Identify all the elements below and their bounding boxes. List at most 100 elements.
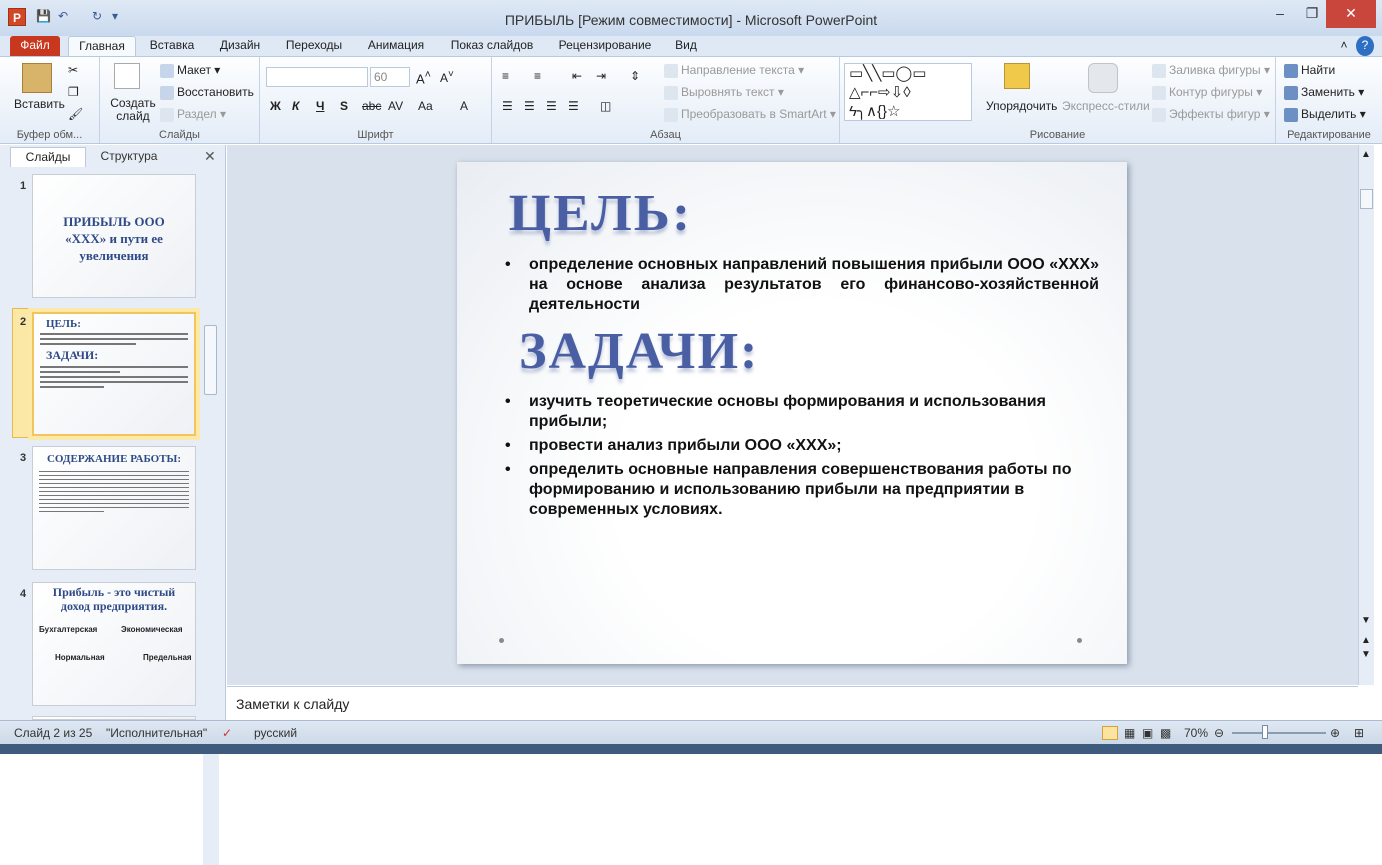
tab-insert[interactable]: Вставка bbox=[142, 36, 202, 56]
copy-icon[interactable]: ❐ bbox=[68, 85, 79, 99]
align-text-button[interactable]: Выровнять текст ▾ bbox=[664, 85, 784, 100]
slide-canvas[interactable]: ЦЕЛЬ: определение основных направлений п… bbox=[457, 162, 1127, 664]
tab-file[interactable]: Файл bbox=[10, 36, 60, 56]
align-center-icon[interactable]: ☰ bbox=[524, 99, 535, 113]
line-spacing-icon[interactable]: ⇕ bbox=[630, 69, 640, 83]
underline-button[interactable]: Ч bbox=[316, 99, 324, 113]
section-button[interactable]: Раздел ▾ bbox=[160, 107, 226, 122]
slide-thumbnail-1[interactable]: ПРИБЫЛЬ ООО «ХХХ» и пути ее увеличения bbox=[32, 174, 196, 298]
spellcheck-icon[interactable]: ✓ bbox=[222, 726, 232, 740]
font-size-combo[interactable]: 60 bbox=[370, 67, 410, 87]
zoom-out-icon[interactable]: ⊖ bbox=[1214, 726, 1224, 740]
shrink-font-button[interactable]: A˅ bbox=[440, 69, 454, 85]
scroll-thumb[interactable] bbox=[1360, 189, 1373, 209]
bold-button[interactable]: Ж bbox=[270, 99, 281, 113]
next-slide-icon[interactable]: ▼ bbox=[1361, 649, 1371, 660]
align-left-icon[interactable]: ☰ bbox=[502, 99, 513, 113]
reading-view-icon[interactable]: ▣ bbox=[1142, 726, 1153, 740]
grow-font-button[interactable]: A˄ bbox=[416, 69, 431, 86]
scroll-thumb[interactable] bbox=[204, 325, 217, 395]
select-button[interactable]: Выделить ▾ bbox=[1284, 107, 1366, 122]
paste-icon[interactable] bbox=[22, 63, 52, 93]
shape-effects-button[interactable]: Эффекты фигур ▾ bbox=[1152, 107, 1270, 122]
arrange-button[interactable]: Упорядочить bbox=[986, 99, 1057, 113]
shadow-button[interactable]: S bbox=[340, 99, 348, 113]
tab-review[interactable]: Рецензирование bbox=[550, 36, 660, 56]
close-pane-icon[interactable]: ✕ bbox=[204, 148, 216, 165]
tasks-heading[interactable]: ЗАДАЧИ: bbox=[519, 322, 759, 381]
zoom-level[interactable]: 70% bbox=[1184, 726, 1208, 740]
cut-icon[interactable]: ✂ bbox=[68, 63, 78, 77]
minimize-button[interactable]: – bbox=[1264, 0, 1296, 28]
bullets-icon[interactable]: ≡ bbox=[502, 69, 509, 83]
format-painter-icon[interactable]: 🖌 bbox=[68, 107, 83, 121]
slide-number: 1 bbox=[20, 180, 27, 192]
arrange-icon[interactable] bbox=[1004, 63, 1030, 89]
quick-styles-button[interactable]: Экспресс-стили bbox=[1062, 99, 1150, 113]
tab-animation[interactable]: Анимация bbox=[358, 36, 434, 56]
replace-button[interactable]: Заменить ▾ bbox=[1284, 85, 1364, 100]
convert-smartart-button[interactable]: Преобразовать в SmartArt ▾ bbox=[664, 107, 836, 122]
goal-heading[interactable]: ЦЕЛЬ: bbox=[509, 184, 693, 243]
minimize-ribbon-icon[interactable]: ˄ bbox=[1334, 36, 1354, 56]
align-right-icon[interactable]: ☰ bbox=[546, 99, 557, 113]
close-button[interactable]: ✕ bbox=[1326, 0, 1376, 28]
notes-pane[interactable]: Заметки к слайду bbox=[227, 686, 1358, 720]
tab-view[interactable]: Вид bbox=[666, 36, 706, 56]
tasks-list[interactable]: изучить теоретические основы формировани… bbox=[505, 392, 1099, 524]
tab-slideshow[interactable]: Показ слайдов bbox=[442, 36, 542, 56]
reset-button[interactable]: Восстановить bbox=[160, 85, 254, 100]
previous-slide-icon[interactable]: ▲ bbox=[1361, 635, 1371, 646]
sorter-view-icon[interactable]: ▦ bbox=[1124, 726, 1135, 740]
tab-design[interactable]: Дизайн bbox=[210, 36, 270, 56]
columns-icon[interactable]: ◫ bbox=[600, 99, 611, 113]
slide-scrollbar[interactable]: ▲ ▼ ▲ ▼ bbox=[1358, 145, 1374, 685]
scroll-up-icon[interactable]: ▲ bbox=[1361, 149, 1371, 160]
font-color-button[interactable]: A bbox=[460, 99, 468, 113]
text-direction-button[interactable]: Направление текста ▾ bbox=[664, 63, 804, 78]
justify-icon[interactable]: ☰ bbox=[568, 99, 579, 113]
shape-fill-button[interactable]: Заливка фигуры ▾ bbox=[1152, 63, 1270, 78]
slide-thumbnail-3[interactable]: СОДЕРЖАНИЕ РАБОТЫ: bbox=[32, 446, 196, 570]
slide-thumbnail-4[interactable]: Прибыль - это чистый доход предприятия. … bbox=[32, 582, 196, 706]
zoom-slider[interactable] bbox=[1232, 732, 1326, 734]
tab-home[interactable]: Главная bbox=[68, 36, 136, 56]
paragraph-group: ≡ ≡ ⇤ ⇥ ⇕ Направление текста ▾ Выровнять… bbox=[492, 57, 840, 143]
scroll-down-icon[interactable]: ▼ bbox=[1361, 615, 1371, 626]
tab-slides[interactable]: Слайды bbox=[10, 147, 86, 167]
decrease-indent-icon[interactable]: ⇤ bbox=[572, 69, 582, 83]
zoom-in-icon[interactable]: ⊕ bbox=[1330, 726, 1340, 740]
normal-view-icon[interactable] bbox=[1102, 726, 1118, 740]
restore-button[interactable]: ❐ bbox=[1296, 0, 1328, 28]
spacing-button[interactable]: AV bbox=[388, 99, 403, 113]
slide-thumbnail-2[interactable]: ЦЕЛЬ: ЗАДАЧИ: bbox=[32, 312, 196, 436]
new-slide-icon[interactable] bbox=[114, 63, 140, 89]
numbering-icon[interactable]: ≡ bbox=[534, 69, 541, 83]
paste-button[interactable]: Вставить bbox=[14, 97, 65, 111]
thumb-label: Экономическая bbox=[121, 625, 183, 634]
italic-button[interactable]: К bbox=[292, 99, 299, 113]
tab-transitions[interactable]: Переходы bbox=[278, 36, 350, 56]
help-icon[interactable]: ? bbox=[1356, 36, 1374, 56]
shape-outline-button[interactable]: Контур фигуры ▾ bbox=[1152, 85, 1262, 100]
slides-scrollbar[interactable] bbox=[203, 313, 219, 865]
goal-list[interactable]: определение основных направлений повышен… bbox=[505, 255, 1099, 319]
shapes-gallery[interactable]: ▭╲╲▭◯▭ △⌐⌐⇨⇩◊ ϟ╮∧{}☆ bbox=[844, 63, 972, 121]
change-case-button[interactable]: Aa bbox=[418, 99, 433, 113]
zoom-slider-thumb[interactable] bbox=[1262, 725, 1268, 739]
layout-button[interactable]: Макет ▾ bbox=[160, 63, 220, 78]
tab-structure[interactable]: Структура bbox=[90, 147, 168, 167]
fit-slide-icon[interactable]: ⊞ bbox=[1354, 726, 1364, 740]
find-button[interactable]: Найти bbox=[1284, 63, 1335, 78]
group-label: Буфер обм... bbox=[16, 129, 83, 141]
slideshow-view-icon[interactable]: ▩ bbox=[1160, 726, 1171, 740]
quick-styles-icon[interactable] bbox=[1088, 63, 1118, 93]
language[interactable]: русский bbox=[254, 726, 297, 740]
theme-name[interactable]: "Исполнительная" bbox=[106, 726, 207, 740]
strikethrough-button[interactable]: abc bbox=[362, 99, 381, 113]
ribbon: Вставить ✂ ❐ 🖌 Буфер обм... Создать слай… bbox=[0, 56, 1382, 144]
notes-placeholder[interactable]: Заметки к слайду bbox=[236, 696, 349, 712]
increase-indent-icon[interactable]: ⇥ bbox=[596, 69, 606, 83]
font-name-combo[interactable] bbox=[266, 67, 368, 87]
new-slide-button[interactable]: Создать слайд bbox=[110, 97, 156, 123]
